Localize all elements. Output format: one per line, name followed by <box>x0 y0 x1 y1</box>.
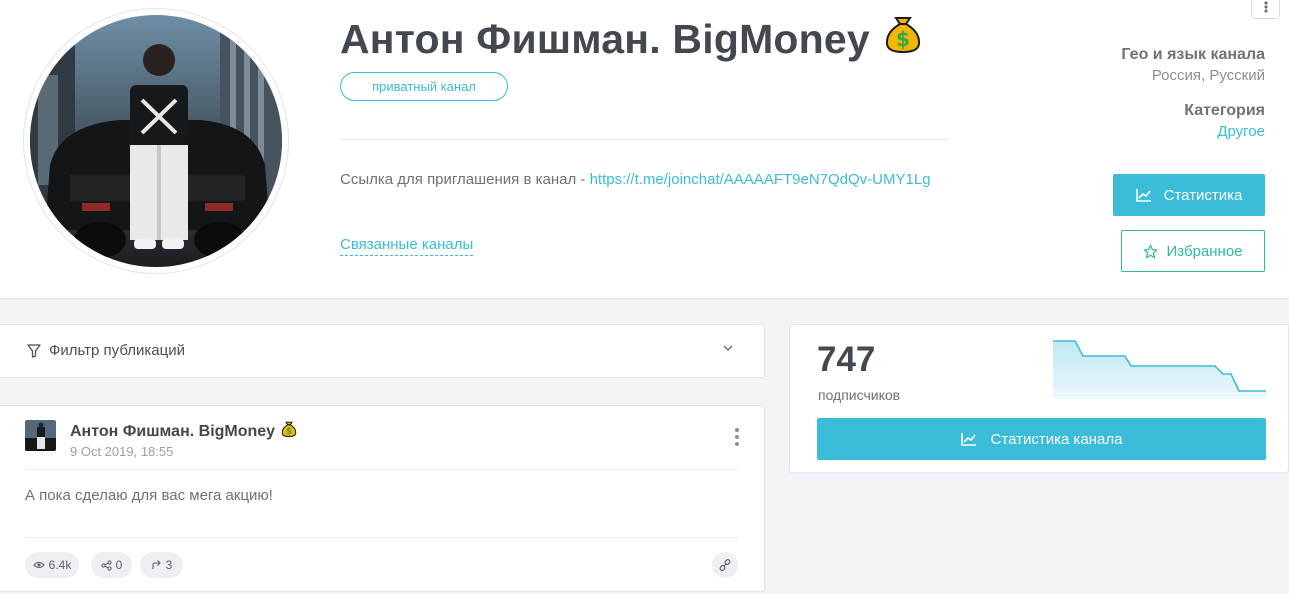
post-card: Антон Фишман. BigMoney $ 9 Oct 2019, 18:… <box>0 405 765 592</box>
category-label: Категория <box>1184 102 1265 119</box>
subscribers-count: 747 <box>817 340 876 379</box>
invite-link[interactable]: https://t.me/joinchat/AAAAAFT9eN7QdQv-UM… <box>590 171 931 188</box>
subscribers-card: 747 подписчиков Статистика канала <box>789 324 1289 473</box>
subscribers-sparkline <box>1053 340 1266 399</box>
statistics-button-label: Статистика <box>1163 186 1243 204</box>
filter-label: Фильтр публикаций <box>49 342 185 359</box>
statistics-button[interactable]: Статистика <box>1113 174 1265 216</box>
category-value-link[interactable]: Другое <box>1184 123 1265 140</box>
money-bag-icon: $ <box>281 420 297 443</box>
chart-line-icon <box>960 433 976 446</box>
svg-text:$: $ <box>896 27 910 51</box>
post-date: 9 Oct 2019, 18:55 <box>70 444 174 459</box>
channel-avatar <box>30 15 282 267</box>
private-channel-badge: приватный канал <box>340 72 508 101</box>
eye-icon <box>32 561 45 569</box>
money-bag-icon: $ <box>884 14 922 64</box>
svg-text:$: $ <box>286 426 292 436</box>
share-icon <box>101 559 112 571</box>
channel-title: Антон Фишман. BigMoney $ <box>340 14 922 64</box>
views-count: 6.4k <box>48 558 72 572</box>
post-link-button[interactable] <box>712 552 738 578</box>
post-author-name: Антон Фишман. BigMoney <box>70 422 276 440</box>
forwards-counter: 3 <box>140 552 183 578</box>
post-author[interactable]: Антон Фишман. BigMoney $ <box>70 420 297 443</box>
post-text: А пока сделаю для вас мега акцию! <box>25 487 273 504</box>
invite-prefix: Ссылка для приглашения в канал - <box>340 171 590 188</box>
post-menu-icon[interactable] <box>734 428 740 446</box>
favorites-button-label: Избранное <box>1166 242 1243 260</box>
more-options-icon[interactable] <box>1251 0 1280 19</box>
post-divider <box>25 469 738 470</box>
subscribers-label: подписчиков <box>818 387 901 403</box>
filter-icon <box>27 343 41 358</box>
channel-statistics-label: Статистика канала <box>990 430 1123 448</box>
channel-statistics-button[interactable]: Статистика канала <box>817 418 1266 460</box>
shares-count: 0 <box>115 558 123 572</box>
link-icon <box>719 559 731 571</box>
forwards-count: 3 <box>165 558 173 572</box>
related-channels-link[interactable]: Связанные каналы <box>340 236 474 256</box>
geo-label: Гео и язык канала <box>1121 46 1265 63</box>
invite-link-text: Ссылка для приглашения в канал - https:/… <box>340 168 940 192</box>
geo-block: Гео и язык канала Россия, Русский <box>1121 46 1265 84</box>
channel-header: Антон Фишман. BigMoney $ приватный канал… <box>0 0 1289 299</box>
category-block: Категория Другое <box>1184 102 1265 140</box>
views-counter: 6.4k <box>25 552 79 578</box>
channel-title-text: Антон Фишман. BigMoney <box>340 15 870 62</box>
chevron-down-icon <box>723 345 733 352</box>
post-divider <box>25 537 738 538</box>
publication-filter[interactable]: Фильтр публикаций <box>0 324 765 378</box>
header-divider <box>340 139 949 140</box>
favorites-button[interactable]: Избранное <box>1121 230 1265 272</box>
geo-value: Россия, Русский <box>1151 67 1265 84</box>
star-icon <box>1144 244 1158 258</box>
forward-arrow-icon <box>152 560 161 569</box>
post-author-avatar[interactable] <box>25 420 56 451</box>
shares-counter: 0 <box>91 552 132 578</box>
chart-line-icon <box>1135 189 1151 202</box>
